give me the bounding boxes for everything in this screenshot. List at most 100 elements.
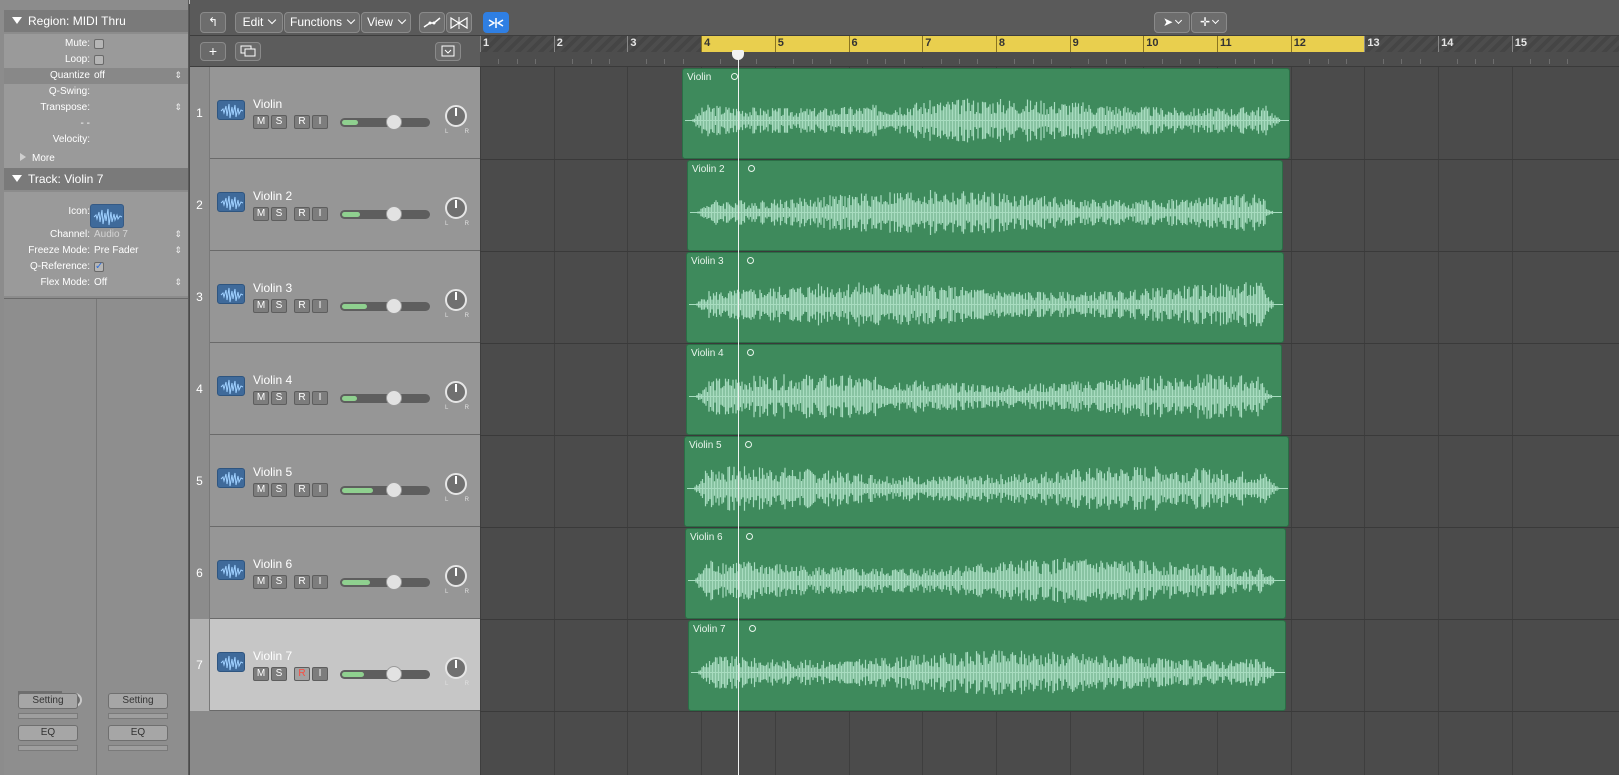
- track-header-3[interactable]: 3 Violin 3 M S R I L R: [190, 251, 480, 343]
- solo-button[interactable]: S: [271, 667, 287, 681]
- pan-knob[interactable]: [445, 105, 467, 127]
- bar-ruler[interactable]: 1 2 3 4 5 6 7 8 9 10 11 12 13 14 15: [480, 36, 1619, 67]
- loop-checkbox[interactable]: [94, 55, 104, 65]
- track-header-1[interactable]: 1 Violin M S R I L R: [190, 67, 480, 159]
- record-enable-button[interactable]: R: [294, 207, 310, 221]
- audio-region-5[interactable]: Violin 5: [684, 436, 1289, 527]
- volume-fader[interactable]: [340, 114, 430, 130]
- stepper-icon[interactable]: ⇕: [174, 277, 182, 288]
- track-header-2[interactable]: 2 Violin 2 M S R I L R: [190, 159, 480, 251]
- quantize-value[interactable]: off: [94, 70, 105, 81]
- param-velocity[interactable]: Velocity:: [4, 132, 188, 148]
- region-inspector-header[interactable]: Region: MIDI Thru: [4, 10, 188, 32]
- slot-right[interactable]: [108, 745, 168, 751]
- param-mute[interactable]: Mute:: [4, 36, 188, 52]
- loop-handle-icon[interactable]: [746, 533, 753, 540]
- track-waveform-icon[interactable]: [217, 192, 245, 212]
- mute-button[interactable]: M: [253, 207, 269, 221]
- loop-handle-icon[interactable]: [748, 165, 755, 172]
- more-disclosure[interactable]: More: [20, 153, 55, 164]
- input-monitor-button[interactable]: I: [312, 207, 328, 221]
- audio-region-3[interactable]: Violin 3: [686, 252, 1284, 343]
- track-name[interactable]: Violin 2: [253, 189, 292, 203]
- setting-button-right[interactable]: Setting: [108, 693, 168, 709]
- track-inspector-header[interactable]: Track: Violin 7: [4, 168, 188, 190]
- track-name[interactable]: Violin: [253, 97, 282, 111]
- input-monitor-button[interactable]: I: [312, 115, 328, 129]
- record-enable-button[interactable]: R: [294, 667, 310, 681]
- stepper-icon[interactable]: ⇕: [174, 229, 182, 240]
- view-menu[interactable]: View: [361, 12, 411, 33]
- track-waveform-icon[interactable]: [217, 468, 245, 488]
- loop-handle-icon[interactable]: [747, 257, 754, 264]
- record-enable-button[interactable]: R: [294, 115, 310, 129]
- global-tracks-button[interactable]: [435, 42, 461, 61]
- track-waveform-icon[interactable]: [217, 376, 245, 396]
- add-track-button[interactable]: +: [200, 42, 226, 61]
- volume-fader[interactable]: [340, 666, 430, 682]
- param-loop[interactable]: Loop:: [4, 52, 188, 68]
- record-enable-button[interactable]: R: [294, 299, 310, 313]
- audio-region-1[interactable]: Violin: [682, 68, 1290, 159]
- mute-button[interactable]: M: [253, 115, 269, 129]
- duplicate-track-button[interactable]: [235, 42, 261, 61]
- track-icon-picker[interactable]: [90, 204, 124, 228]
- loop-handle-icon[interactable]: [747, 349, 754, 356]
- volume-fader-cap[interactable]: [386, 666, 402, 682]
- volume-fader[interactable]: [340, 574, 430, 590]
- loop-handle-icon[interactable]: [745, 441, 752, 448]
- param-q-swing[interactable]: Q-Swing:: [4, 84, 188, 100]
- volume-fader[interactable]: [340, 390, 430, 406]
- input-monitor-button[interactable]: I: [312, 299, 328, 313]
- arrange-area[interactable]: Violin Violin 2 Violin 3 Violin 4 Violin…: [480, 67, 1619, 775]
- pan-knob[interactable]: [445, 473, 467, 495]
- track-name[interactable]: Violin 5: [253, 465, 292, 479]
- param-channel[interactable]: Channel: Audio 7 ⇕: [4, 227, 188, 243]
- edit-menu[interactable]: Edit: [235, 12, 283, 33]
- track-name[interactable]: Violin 3: [253, 281, 292, 295]
- stepper-icon[interactable]: ⇕: [174, 70, 182, 81]
- pan-knob[interactable]: [445, 381, 467, 403]
- solo-button[interactable]: S: [271, 207, 287, 221]
- audio-region-7[interactable]: Violin 7: [688, 620, 1286, 711]
- mute-checkbox[interactable]: [94, 39, 104, 49]
- mute-button[interactable]: M: [253, 667, 269, 681]
- volume-fader-cap[interactable]: [386, 482, 402, 498]
- eq-button-left[interactable]: EQ: [18, 725, 78, 741]
- loop-handle-icon[interactable]: [749, 625, 756, 632]
- pan-knob[interactable]: [445, 657, 467, 679]
- functions-menu[interactable]: Functions: [284, 12, 360, 33]
- stepper-icon[interactable]: ⇕: [174, 102, 182, 113]
- track-name[interactable]: Violin 4: [253, 373, 292, 387]
- pan-knob[interactable]: [445, 197, 467, 219]
- input-monitor-button[interactable]: I: [312, 483, 328, 497]
- solo-button[interactable]: S: [271, 483, 287, 497]
- track-name[interactable]: Violin 7: [253, 649, 292, 663]
- volume-fader-cap[interactable]: [386, 114, 402, 130]
- flex-mode-value[interactable]: Off: [94, 277, 107, 288]
- freeze-mode-value[interactable]: Pre Fader: [94, 245, 138, 256]
- solo-button[interactable]: S: [271, 575, 287, 589]
- setting-button-left[interactable]: Setting: [18, 693, 78, 709]
- playhead[interactable]: [737, 52, 739, 775]
- q-reference-checkbox[interactable]: ✓: [94, 262, 104, 272]
- track-header-5[interactable]: 5 Violin 5 M S R I L R: [190, 435, 480, 527]
- cycle-range[interactable]: [701, 36, 1365, 52]
- catch-playhead-button[interactable]: [483, 12, 509, 33]
- param-freeze-mode[interactable]: Freeze Mode: Pre Fader ⇕: [4, 243, 188, 259]
- track-waveform-icon[interactable]: [217, 284, 245, 304]
- mute-button[interactable]: M: [253, 483, 269, 497]
- record-enable-button[interactable]: R: [294, 575, 310, 589]
- track-waveform-icon[interactable]: [217, 560, 245, 580]
- input-monitor-button[interactable]: I: [312, 667, 328, 681]
- mute-button[interactable]: M: [253, 391, 269, 405]
- solo-button[interactable]: S: [271, 391, 287, 405]
- volume-fader[interactable]: [340, 482, 430, 498]
- volume-fader-cap[interactable]: [386, 206, 402, 222]
- track-waveform-icon[interactable]: [217, 652, 245, 672]
- input-monitor-button[interactable]: I: [312, 575, 328, 589]
- pointer-tool-menu[interactable]: ➤: [1154, 12, 1190, 33]
- track-header-6[interactable]: 6 Violin 6 M S R I L R: [190, 527, 480, 619]
- param-q-reference[interactable]: Q-Reference: ✓: [4, 259, 188, 275]
- slot-left[interactable]: [18, 745, 78, 751]
